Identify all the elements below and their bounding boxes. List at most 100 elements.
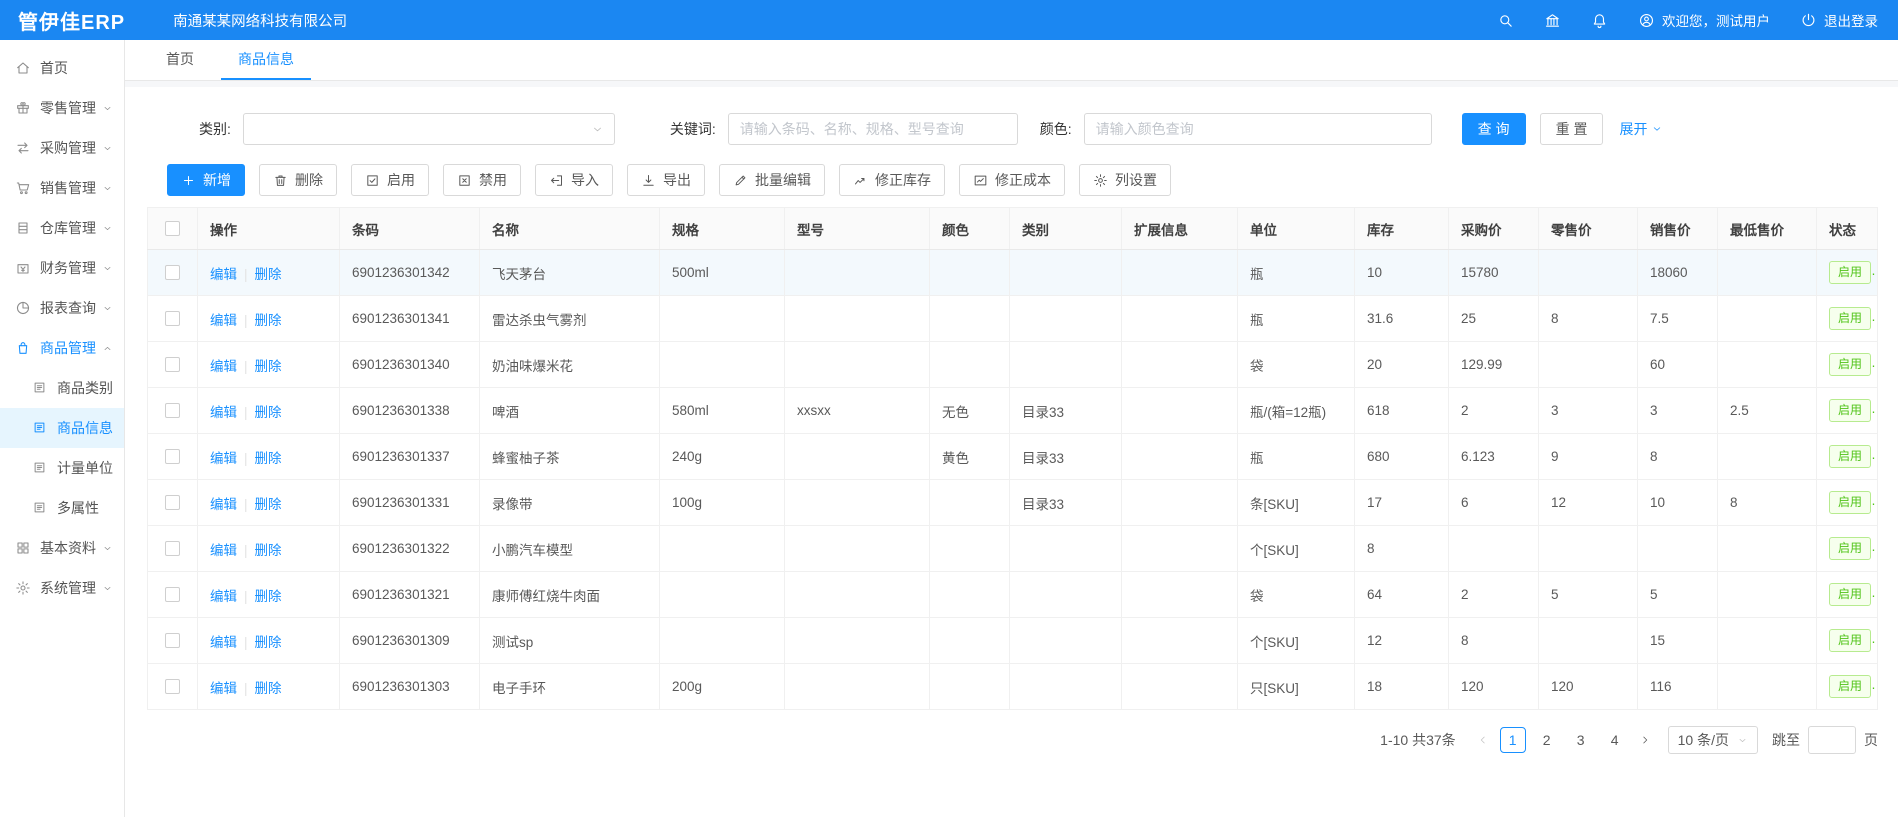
cell-barcode: 6901236301337 <box>340 434 480 480</box>
cell-actions: 编辑|删除 <box>198 388 340 434</box>
delete-link[interactable]: 删除 <box>255 589 282 604</box>
cell-color <box>930 572 1010 618</box>
prev-page-button[interactable] <box>1470 727 1496 753</box>
delete-link[interactable]: 删除 <box>255 359 282 374</box>
edit-link[interactable]: 编辑 <box>210 681 237 696</box>
sidebar-item-retail[interactable]: 零售管理 <box>0 88 124 128</box>
edit-link[interactable]: 编辑 <box>210 313 237 328</box>
sidebar-item-sales[interactable]: 销售管理 <box>0 168 124 208</box>
edit-link[interactable]: 编辑 <box>210 497 237 512</box>
delete-link[interactable]: 删除 <box>255 451 282 466</box>
batch-edit-button[interactable]: 批量编辑 <box>719 164 825 196</box>
row-checkbox[interactable] <box>165 541 180 556</box>
cell-stock: 64 <box>1355 572 1449 618</box>
welcome-user[interactable]: 欢迎您，测试用户 <box>1638 10 1770 30</box>
sidebar-item-report[interactable]: 报表查询 <box>0 288 124 328</box>
row-checkbox[interactable] <box>165 633 180 648</box>
reset-button[interactable]: 重 置 <box>1540 113 1604 145</box>
cell-ext <box>1122 618 1238 664</box>
sidebar-item-goods-info[interactable]: 商品信息 <box>0 408 124 448</box>
edit-link[interactable]: 编辑 <box>210 359 237 374</box>
fix-stock-button[interactable]: 修正库存 <box>839 164 945 196</box>
sidebar-item-multi-attr[interactable]: 多属性 <box>0 488 124 528</box>
tab-goods-info[interactable]: 商品信息 <box>221 40 311 80</box>
gift-icon <box>15 100 31 116</box>
delete-link[interactable]: 删除 <box>255 635 282 650</box>
sidebar-item-measure-unit[interactable]: 计量单位 <box>0 448 124 488</box>
sidebar-item-purchase[interactable]: 采购管理 <box>0 128 124 168</box>
app-logo[interactable]: 管伊佳ERP <box>18 6 125 35</box>
edit-link[interactable]: 编辑 <box>210 451 237 466</box>
row-checkbox[interactable] <box>165 311 180 326</box>
category-select[interactable] <box>243 113 615 145</box>
search-icon[interactable] <box>1497 12 1514 29</box>
sidebar-item-goods[interactable]: 商品管理 <box>0 328 124 368</box>
sidebar-item-home[interactable]: 首页 <box>0 48 124 88</box>
edit-link[interactable]: 编辑 <box>210 589 237 604</box>
next-page-button[interactable] <box>1632 727 1658 753</box>
delete-link[interactable]: 删除 <box>255 405 282 420</box>
cell-barcode: 6901236301341 <box>340 296 480 342</box>
sidebar-item-system[interactable]: 系统管理 <box>0 568 124 608</box>
bell-icon[interactable] <box>1591 12 1608 29</box>
sidebar-item-goods-category[interactable]: 商品类别 <box>0 368 124 408</box>
export-button[interactable]: 导出 <box>627 164 705 196</box>
delete-link[interactable]: 删除 <box>255 497 282 512</box>
keyword-input[interactable] <box>728 113 1018 145</box>
delete-link[interactable]: 删除 <box>255 313 282 328</box>
page-button-4[interactable]: 4 <box>1602 727 1628 753</box>
add-button[interactable]: 新增 <box>167 164 245 196</box>
row-checkbox[interactable] <box>165 679 180 694</box>
page-button-1[interactable]: 1 <box>1500 727 1526 753</box>
row-checkbox[interactable] <box>165 495 180 510</box>
row-checkbox[interactable] <box>165 265 180 280</box>
select-all-checkbox[interactable] <box>165 221 180 236</box>
row-checkbox[interactable] <box>165 357 180 372</box>
expand-link[interactable]: 展开 <box>1619 119 1663 139</box>
sidebar: 首页零售管理采购管理销售管理仓库管理财务管理报表查询商品管理商品类别商品信息计量… <box>0 40 125 817</box>
sidebar-item-basic-data[interactable]: 基本资料 <box>0 528 124 568</box>
action-divider: | <box>244 497 248 512</box>
cell-model <box>785 572 930 618</box>
color-input[interactable] <box>1084 113 1432 145</box>
cell-actions: 编辑|删除 <box>198 572 340 618</box>
cell-sale: 10 <box>1638 480 1718 526</box>
jump-page-input[interactable] <box>1808 726 1856 754</box>
row-checkbox[interactable] <box>165 449 180 464</box>
delete-link[interactable]: 删除 <box>255 543 282 558</box>
company-name: 南通某某网络科技有限公司 <box>173 10 347 31</box>
page-button-3[interactable]: 3 <box>1568 727 1594 753</box>
edit-link[interactable]: 编辑 <box>210 635 237 650</box>
stock-icon <box>853 173 868 188</box>
page-button-2[interactable]: 2 <box>1534 727 1560 753</box>
search-button[interactable]: 查 询 <box>1462 113 1526 145</box>
edit-link[interactable]: 编辑 <box>210 543 237 558</box>
edit-link[interactable]: 编辑 <box>210 267 237 282</box>
cell-unit: 个[SKU] <box>1238 526 1355 572</box>
delete-link[interactable]: 删除 <box>255 267 282 282</box>
tab-home[interactable]: 首页 <box>149 40 211 80</box>
import-button[interactable]: 导入 <box>535 164 613 196</box>
row-checkbox[interactable] <box>165 403 180 418</box>
cell-min <box>1718 342 1817 388</box>
delete-button[interactable]: 删除 <box>259 164 337 196</box>
enable-button[interactable]: 启用 <box>351 164 429 196</box>
button-label: 批量编辑 <box>755 170 811 190</box>
fix-cost-button[interactable]: 修正成本 <box>959 164 1065 196</box>
edit-link[interactable]: 编辑 <box>210 405 237 420</box>
cell-status: 启用 <box>1817 342 1878 388</box>
cell-color <box>930 664 1010 710</box>
bank-icon[interactable] <box>1544 12 1561 29</box>
cell-ext <box>1122 572 1238 618</box>
sidebar-item-finance[interactable]: 财务管理 <box>0 248 124 288</box>
sidebar-item-warehouse[interactable]: 仓库管理 <box>0 208 124 248</box>
row-checkbox[interactable] <box>165 587 180 602</box>
table-row: 编辑|删除6901236301338啤酒580mlxxsxx无色目录33瓶/(箱… <box>148 388 1878 434</box>
page-size-select[interactable]: 10 条/页 <box>1668 726 1758 754</box>
delete-link[interactable]: 删除 <box>255 681 282 696</box>
column-settings-button[interactable]: 列设置 <box>1079 164 1171 196</box>
table-row: 编辑|删除6901236301341雷达杀虫气雾剂瓶31.62587.5启用 <box>148 296 1878 342</box>
logout-button[interactable]: 退出登录 <box>1800 10 1878 30</box>
disable-button[interactable]: 禁用 <box>443 164 521 196</box>
cell-min <box>1718 572 1817 618</box>
